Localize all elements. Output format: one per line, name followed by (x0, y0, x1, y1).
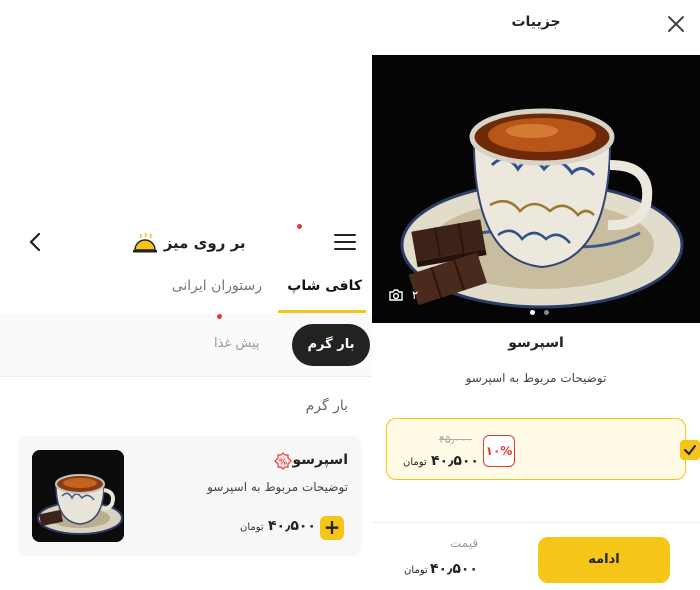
option-price: ۴۰٫۵۰۰ (431, 453, 479, 469)
checkout-footer: قیمت ۴۰٫۵۰۰ تومان ادامه (372, 522, 700, 590)
menu-header: بر روی میز کافی شاپ رستوران ایرانی (0, 210, 372, 315)
add-to-cart-button[interactable]: + (320, 516, 344, 540)
espresso-photo (372, 55, 700, 323)
tab-iranian-restaurant[interactable]: رستوران ایرانی (172, 278, 262, 294)
product-image-gallery[interactable]: ۲ (372, 55, 700, 323)
discount-badge: ۱۰% (483, 435, 515, 467)
menu-page: بر روی میز کافی شاپ رستوران ایرانی بار گ… (0, 210, 372, 589)
old-price: ۴۵٫۰۰۰ (439, 433, 473, 446)
active-tab-indicator (278, 310, 366, 313)
item-currency: تومان (240, 522, 264, 533)
section-title: بار گرم (305, 398, 348, 414)
discount-tag-icon: % (274, 452, 292, 470)
pager-dot-active[interactable] (530, 310, 535, 315)
gallery-pager (528, 300, 551, 319)
item-name: اسپرسو (292, 452, 348, 468)
cloche-icon (133, 232, 158, 253)
menu-item-card[interactable]: اسپرسو % توضیحات مربوط به اسپرسو + ۴۰٫۵۰… (18, 436, 362, 556)
chip-appetizer[interactable]: پیش غذا (214, 336, 259, 351)
photo-count-badge: ۲ (388, 287, 418, 309)
brand-name: بر روی میز (163, 234, 246, 252)
hamburger-menu-icon[interactable] (332, 230, 358, 254)
page-title: جزییات (511, 14, 561, 30)
total-price: ۴۰٫۵۰۰ (430, 561, 478, 577)
notification-dot (297, 224, 302, 229)
details-page: جزییات ۲ اسپرسو توضیحات مربوط به اسپرسو … (372, 0, 700, 590)
option-currency: تومان (403, 457, 427, 468)
espresso-image (32, 450, 124, 542)
close-icon[interactable] (666, 14, 686, 34)
chip-dot (217, 314, 222, 319)
chip-hot-bar[interactable]: بار گرم (292, 324, 370, 366)
pager-dot[interactable] (544, 310, 550, 315)
checkbox-checked-icon[interactable] (680, 440, 700, 460)
camera-icon (389, 288, 403, 301)
svg-text:%: % (279, 458, 287, 467)
product-description: توضیحات مربوط به اسپرسو (465, 371, 607, 385)
product-name: اسپرسو (508, 335, 564, 351)
brand-logo: بر روی میز (0, 232, 372, 254)
subcategory-chips: بار گرم پیش غذا (0, 314, 372, 377)
item-description: توضیحات مربوط به اسپرسو (207, 480, 348, 494)
photo-count: ۲ (411, 287, 419, 302)
item-price: ۴۰٫۵۰۰ (268, 518, 316, 534)
item-thumbnail (32, 450, 124, 542)
total-currency: تومان (404, 565, 428, 576)
price-label: قیمت (450, 536, 479, 550)
category-tabs: کافی شاپ رستوران ایرانی (0, 270, 372, 315)
price-option[interactable]: ۴۵٫۰۰۰ ۱۰% ۴۰٫۵۰۰ تومان (386, 418, 686, 480)
continue-button[interactable]: ادامه (538, 537, 670, 583)
tab-coffee-shop[interactable]: کافی شاپ (287, 278, 362, 294)
